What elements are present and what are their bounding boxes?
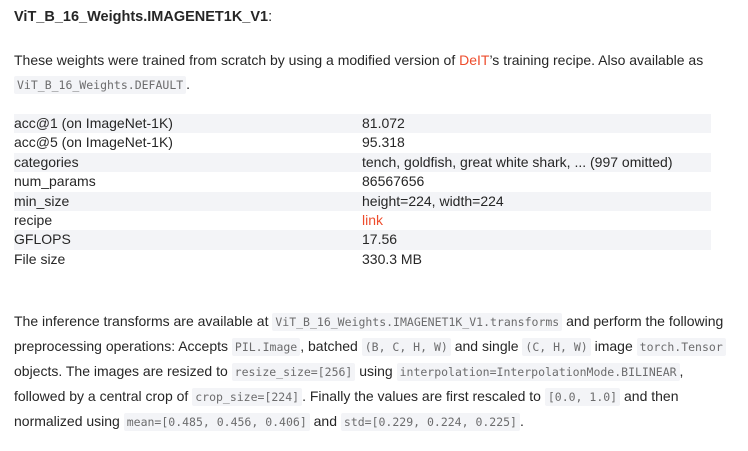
description-prefix: These weights were trained from scratch … (14, 52, 460, 68)
transforms-text: objects. The images are resized to (14, 363, 232, 379)
transforms-text: . Finally the values are first rescaled … (302, 388, 545, 404)
weights-meta-table: acc@1 (on ImageNet-1K) 81.072 acc@5 (on Im… (14, 114, 711, 269)
meta-row: acc@1 (on ImageNet-1K) 81.072 (14, 114, 711, 134)
meta-row: acc@5 (on ImageNet-1K) 95.318 (14, 133, 711, 152)
meta-value: 86567656 (362, 173, 425, 190)
transforms-text: and (309, 413, 341, 429)
meta-value: 95.318 (362, 134, 405, 151)
meta-key: acc@1 (on ImageNet-1K) (14, 114, 362, 134)
recipe-link[interactable]: link (362, 212, 383, 228)
meta-value: height=224, width=224 (362, 191, 711, 212)
interpolation-code: interpolation=InterpolationMode.BILINEAR (396, 363, 680, 381)
transforms-text: using (355, 363, 397, 379)
rescale-range-code: [0.0, 1.0] (544, 388, 621, 406)
mean-code: mean=[0.485, 0.456, 0.406] (123, 413, 310, 431)
weights-heading-colon: : (268, 9, 273, 25)
weights-heading-name: ViT_B_16_Weights.IMAGENET1K_V1 (14, 9, 269, 25)
default-weights-code: ViT_B_16_Weights.DEFAULT (14, 76, 187, 94)
meta-key: GFLOPS (14, 230, 362, 250)
weights-description: These weights were trained from scratch … (14, 48, 730, 97)
meta-value: 330.3 MB (362, 250, 422, 267)
crop-size-code: crop_size=[224] (192, 388, 303, 406)
meta-row: GFLOPS 17.56 (14, 230, 711, 250)
resize-size-code: resize_size=[256] (231, 363, 356, 381)
batched-shape-code: (B, C, H, W) (361, 338, 451, 356)
transforms-description: The inference transforms are available a… (14, 309, 730, 434)
meta-table-body: acc@1 (on ImageNet-1K) 81.072 acc@5 (on Im… (14, 114, 711, 269)
description-middle: ’s training recipe. Also available as (489, 52, 704, 68)
meta-key: num_params (14, 173, 96, 190)
transforms-text: , batched (300, 338, 362, 354)
deit-link[interactable]: DeIT (459, 52, 489, 68)
transforms-text: . (519, 413, 524, 429)
weights-doc-section: ViT_B_16_Weights.IMAGENET1K_V1: These we… (0, 0, 748, 451)
transforms-text: The inference transforms are available a… (14, 313, 273, 329)
meta-row: categories tench, goldfish, great white s… (14, 152, 711, 173)
meta-key: recipe (14, 212, 53, 229)
meta-value: 17.56 (362, 230, 711, 250)
meta-row: min_size height=224, width=224 (14, 191, 711, 212)
std-code: std=[0.229, 0.224, 0.225] (340, 413, 520, 431)
transforms-text: and single (450, 338, 523, 354)
tensor-code: torch.Tensor (636, 338, 726, 356)
meta-row: num_params 86567656 (14, 172, 711, 191)
transforms-code: ViT_B_16_Weights.IMAGENET1K_V1.transform… (272, 313, 563, 331)
pil-image-code: PIL.Image (231, 338, 301, 356)
meta-key: File size (14, 250, 66, 267)
description-suffix: . (186, 76, 191, 92)
meta-value: link (362, 211, 711, 230)
weights-heading: ViT_B_16_Weights.IMAGENET1K_V1: (14, 9, 272, 25)
single-shape-code: (C, H, W) (522, 338, 591, 356)
meta-row: File size 330.3 MB (14, 250, 711, 269)
meta-row: recipe link (14, 211, 711, 230)
meta-value: 81.072 (362, 114, 711, 134)
meta-key: min_size (14, 191, 362, 212)
meta-value: tench, goldfish, great white shark, ... … (362, 152, 711, 173)
transforms-text: image (590, 338, 637, 354)
meta-key: categories (14, 152, 362, 173)
meta-key: acc@5 (on ImageNet-1K) (14, 134, 173, 151)
